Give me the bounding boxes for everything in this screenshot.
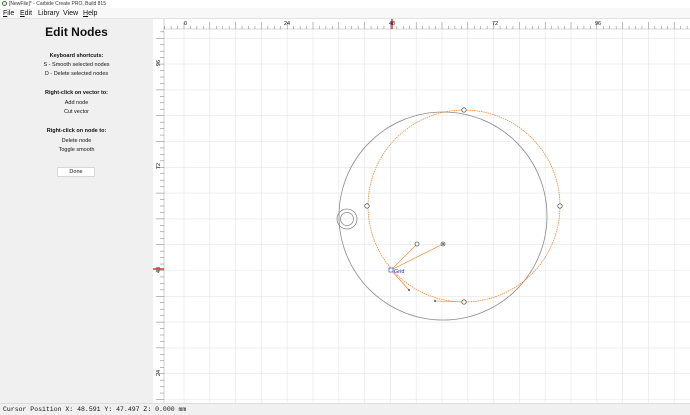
x-tick-label-72: 72 xyxy=(492,21,498,27)
title-bar: [NewFile]* - Carbide Create PRO, Build 8… xyxy=(0,0,690,8)
node-toggle-smooth: Toggle smooth xyxy=(58,147,95,153)
y-tick-label-72: 72 xyxy=(156,163,162,169)
circle-vector[interactable] xyxy=(338,111,548,321)
cursor-position: Cursor Position X: 48.591 Y: 47.497 Z: 0… xyxy=(3,406,187,413)
x-tick-label-0: 0 xyxy=(184,21,187,27)
vector-heading: Right-click on vector to: xyxy=(45,90,108,96)
panel-title: Edit Nodes xyxy=(45,25,108,39)
edit-nodes-panel: Edit Nodes Keyboard shortcuts: S - Smoot… xyxy=(0,19,153,403)
done-button[interactable]: Done xyxy=(57,167,95,177)
node-left[interactable] xyxy=(364,203,370,209)
y-tick-label-96: 96 xyxy=(156,60,162,66)
node-delete: Delete node xyxy=(61,138,92,144)
grid-lines xyxy=(164,29,690,403)
node-right[interactable] xyxy=(557,203,563,209)
grid-snap-label: Grid xyxy=(394,269,404,275)
node-heading: Right-click on node to: xyxy=(46,128,107,134)
vertical-ruler xyxy=(153,19,164,403)
y-tick-label-24: 24 xyxy=(156,370,162,376)
vector-add-node: Add node xyxy=(64,100,89,106)
handle-point-4[interactable] xyxy=(434,300,436,302)
node-bottom[interactable] xyxy=(461,299,467,305)
handle-line-2 xyxy=(390,243,444,271)
app-icon xyxy=(2,1,7,6)
snap-square xyxy=(388,267,394,273)
handle-line-4 xyxy=(434,300,465,303)
menu-help[interactable]: Help xyxy=(83,8,97,19)
vector-cut: Cut vector xyxy=(63,109,90,115)
node-top[interactable] xyxy=(461,107,467,113)
window-title: [NewFile]* - Carbide Create PRO, Build 8… xyxy=(9,1,106,7)
handle-line-1 xyxy=(390,243,418,271)
handle-node-1[interactable] xyxy=(414,241,420,247)
shortcuts-heading: Keyboard shortcuts: xyxy=(49,53,104,59)
menu-bar: File Edit Library View Help xyxy=(0,8,690,19)
menu-view[interactable]: View xyxy=(63,8,78,19)
menu-edit[interactable]: Edit xyxy=(20,8,32,19)
menu-library[interactable]: Library xyxy=(38,8,59,19)
x-tick-label-96: 96 xyxy=(595,21,601,27)
handle-node-2-dot xyxy=(442,243,444,245)
canvas-svg[interactable]: 0 24 48 72 96 96 72 48 24 xyxy=(153,19,690,403)
status-bar: Cursor Position X: 48.591 Y: 47.497 Z: 0… xyxy=(0,403,690,414)
design-canvas[interactable]: 0 24 48 72 96 96 72 48 24 xyxy=(153,19,690,403)
menu-file[interactable]: File xyxy=(3,8,14,19)
shortcut-delete: D - Delete selected nodes xyxy=(44,71,109,77)
shortcut-smooth: S - Smooth selected nodes xyxy=(43,62,110,68)
handle-point-3[interactable] xyxy=(408,289,410,291)
y-tick-label-48: 48 xyxy=(156,267,162,273)
x-tick-label-24: 24 xyxy=(284,21,290,27)
